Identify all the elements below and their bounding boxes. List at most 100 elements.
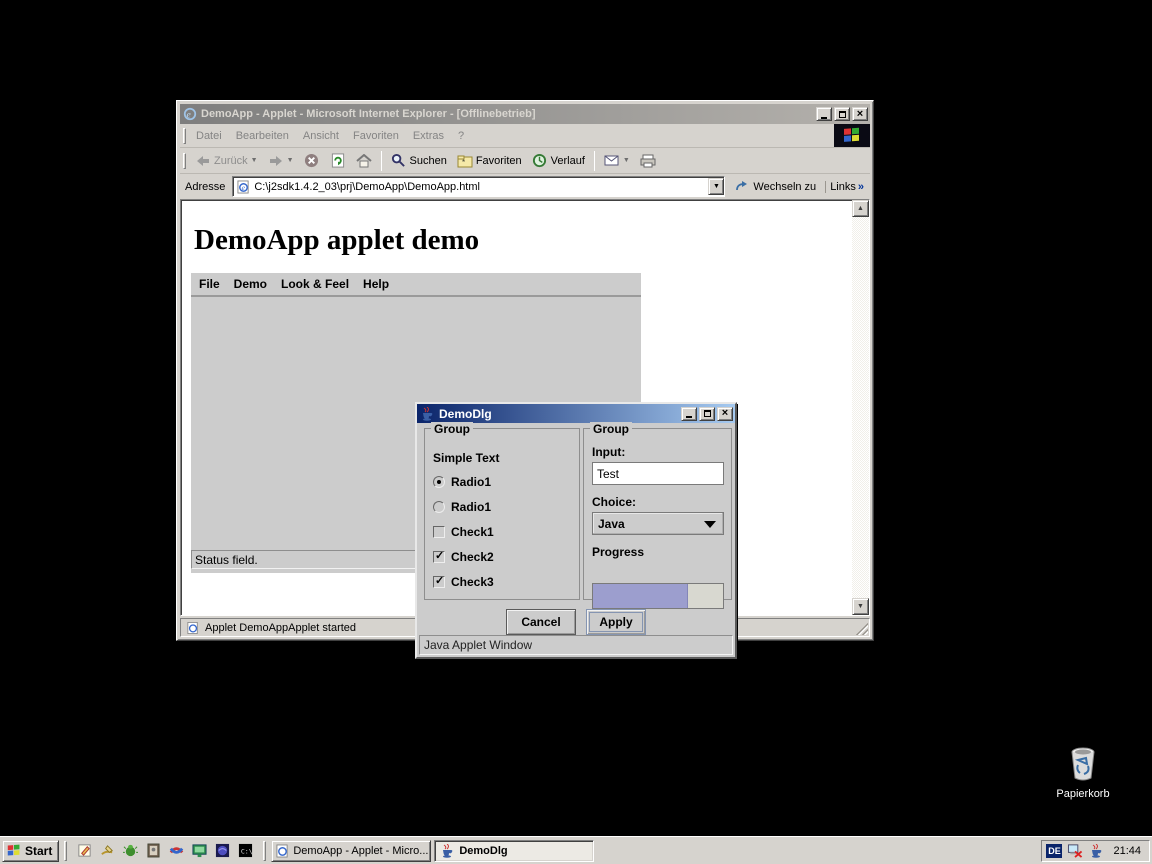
left-group-title: Group [431, 422, 473, 436]
close-button[interactable]: × [852, 107, 868, 121]
input-field[interactable]: Test [592, 462, 724, 485]
menu-favoriten[interactable]: Favoriten [346, 130, 406, 142]
menu-ansicht[interactable]: Ansicht [296, 130, 346, 142]
task-label: DemoDlg [459, 845, 507, 857]
checkbox-icon[interactable] [433, 526, 445, 538]
radio2-label: Radio1 [451, 500, 491, 514]
applet-menu-help[interactable]: Help [359, 277, 399, 291]
scroll-up-icon[interactable]: ▲ [852, 200, 869, 217]
print-button[interactable] [636, 151, 660, 171]
taskbar-clock[interactable]: 21:44 [1109, 845, 1141, 857]
vertical-scrollbar[interactable]: ▲ ▼ [852, 200, 869, 615]
forward-button[interactable]: ▼ [264, 151, 298, 171]
svg-text:e: e [187, 110, 192, 121]
notepad-icon[interactable] [76, 842, 93, 859]
menubar-grip[interactable] [183, 128, 186, 144]
favorites-button[interactable]: * Favoriten [453, 151, 526, 171]
menu-extras[interactable]: Extras [406, 130, 451, 142]
menu-bearbeiten[interactable]: Bearbeiten [229, 130, 296, 142]
left-group-box: Group Simple Text Radio1 Radio1 Check1 C… [424, 428, 580, 600]
apply-button[interactable]: Apply [586, 609, 646, 635]
scroll-down-icon[interactable]: ▼ [852, 598, 869, 615]
dialog-titlebar[interactable]: DemoDlg × [417, 404, 735, 423]
check3-label: Check3 [451, 575, 494, 589]
applet-menu-file[interactable]: File [195, 277, 230, 291]
ie-logo-icon: e [182, 106, 198, 122]
language-indicator[interactable]: DE [1046, 844, 1062, 858]
desktop: e DemoApp - Applet - Microsoft Internet … [0, 0, 1152, 864]
address-input[interactable]: e C:\j2sdk1.4.2_03\prj\DemoApp\DemoApp.h… [232, 176, 725, 197]
progress-label: Progress [592, 545, 724, 559]
recycle-bin-icon [1066, 746, 1100, 782]
dos-prompt-icon[interactable]: C:\ [237, 842, 254, 859]
progress-fill [593, 584, 688, 608]
refresh-button[interactable] [326, 151, 350, 171]
address-dropdown-button[interactable]: ▼ [708, 178, 724, 195]
go-arrow-icon [734, 179, 750, 195]
network-offline-icon[interactable] [1067, 843, 1083, 859]
recycle-bin[interactable]: Papierkorb [1048, 746, 1118, 800]
back-dropdown-icon[interactable]: ▼ [251, 157, 258, 164]
resize-grip[interactable] [856, 623, 868, 635]
console-green-icon[interactable] [191, 842, 208, 859]
checkbox-icon[interactable] [433, 551, 445, 563]
minimize-button[interactable] [816, 107, 832, 121]
tray-java-cup-icon[interactable] [1088, 843, 1104, 859]
ribbon-icon[interactable] [168, 842, 185, 859]
cancel-button[interactable]: Cancel [506, 609, 576, 635]
check1-label: Check1 [451, 525, 494, 539]
links-bar[interactable]: Links » [825, 181, 868, 193]
choice-combobox[interactable]: Java [592, 512, 724, 535]
applet-menu-lookfeel[interactable]: Look & Feel [277, 277, 359, 291]
back-label: Zurück [214, 155, 248, 167]
dialog-maximize-button[interactable] [699, 407, 715, 421]
links-label: Links [830, 181, 856, 193]
start-label: Start [25, 844, 52, 858]
radio2-option[interactable]: Radio1 [433, 500, 491, 514]
search-button[interactable]: Suchen [387, 151, 451, 171]
recycle-bin-label: Papierkorb [1048, 788, 1118, 800]
dialog-minimize-button[interactable] [681, 407, 697, 421]
radio1-option[interactable]: Radio1 [433, 475, 491, 489]
go-label: Wechseln zu [753, 181, 816, 193]
address-label: Adresse [182, 181, 228, 193]
start-button[interactable]: Start [2, 840, 59, 862]
check2-option[interactable]: Check2 [433, 550, 494, 564]
sphere-icon[interactable] [214, 842, 231, 859]
home-button[interactable] [352, 151, 376, 171]
check1-option[interactable]: Check1 [433, 525, 494, 539]
taskbar-grip[interactable] [64, 841, 67, 861]
check3-option[interactable]: Check3 [433, 575, 494, 589]
ie-titlebar[interactable]: e DemoApp - Applet - Microsoft Internet … [180, 104, 870, 124]
checkbox-icon[interactable] [433, 576, 445, 588]
menu-datei[interactable]: Datei [189, 130, 229, 142]
applet-menu-demo[interactable]: Demo [230, 277, 277, 291]
quick-launch: C:\ [72, 842, 258, 859]
taskbar-grip[interactable] [263, 841, 266, 861]
go-button[interactable]: Wechseln zu [729, 179, 821, 195]
favorites-label: Favoriten [476, 155, 522, 167]
signature-icon[interactable] [99, 842, 116, 859]
dialog-status-bar: Java Applet Window [419, 635, 733, 655]
radio-button-icon[interactable] [433, 476, 445, 488]
mail-button[interactable]: ▼ [600, 151, 634, 171]
history-button[interactable]: Verlauf [528, 151, 589, 171]
dialog-close-button[interactable]: × [717, 407, 733, 421]
menu-hilfe[interactable]: ? [451, 130, 471, 142]
addressbook-icon[interactable] [145, 842, 162, 859]
toolbar-grip[interactable] [183, 153, 186, 169]
radio1-label: Radio1 [451, 475, 491, 489]
choice-value: Java [598, 517, 625, 531]
right-group-title: Group [590, 422, 632, 436]
forward-dropdown-icon[interactable]: ▼ [287, 157, 294, 164]
stop-button[interactable] [300, 151, 324, 171]
toolbar-separator [594, 151, 595, 171]
back-button[interactable]: Zurück ▼ [191, 151, 262, 171]
task-button-demoapp[interactable]: DemoApp - Applet - Micro... [271, 840, 431, 862]
home-icon [356, 153, 372, 169]
radio-button-icon[interactable] [433, 501, 445, 513]
bug-icon[interactable] [122, 842, 139, 859]
maximize-button[interactable] [834, 107, 850, 121]
mail-dropdown-icon[interactable]: ▼ [623, 157, 630, 164]
task-button-demodlg[interactable]: DemoDlg [434, 840, 594, 862]
